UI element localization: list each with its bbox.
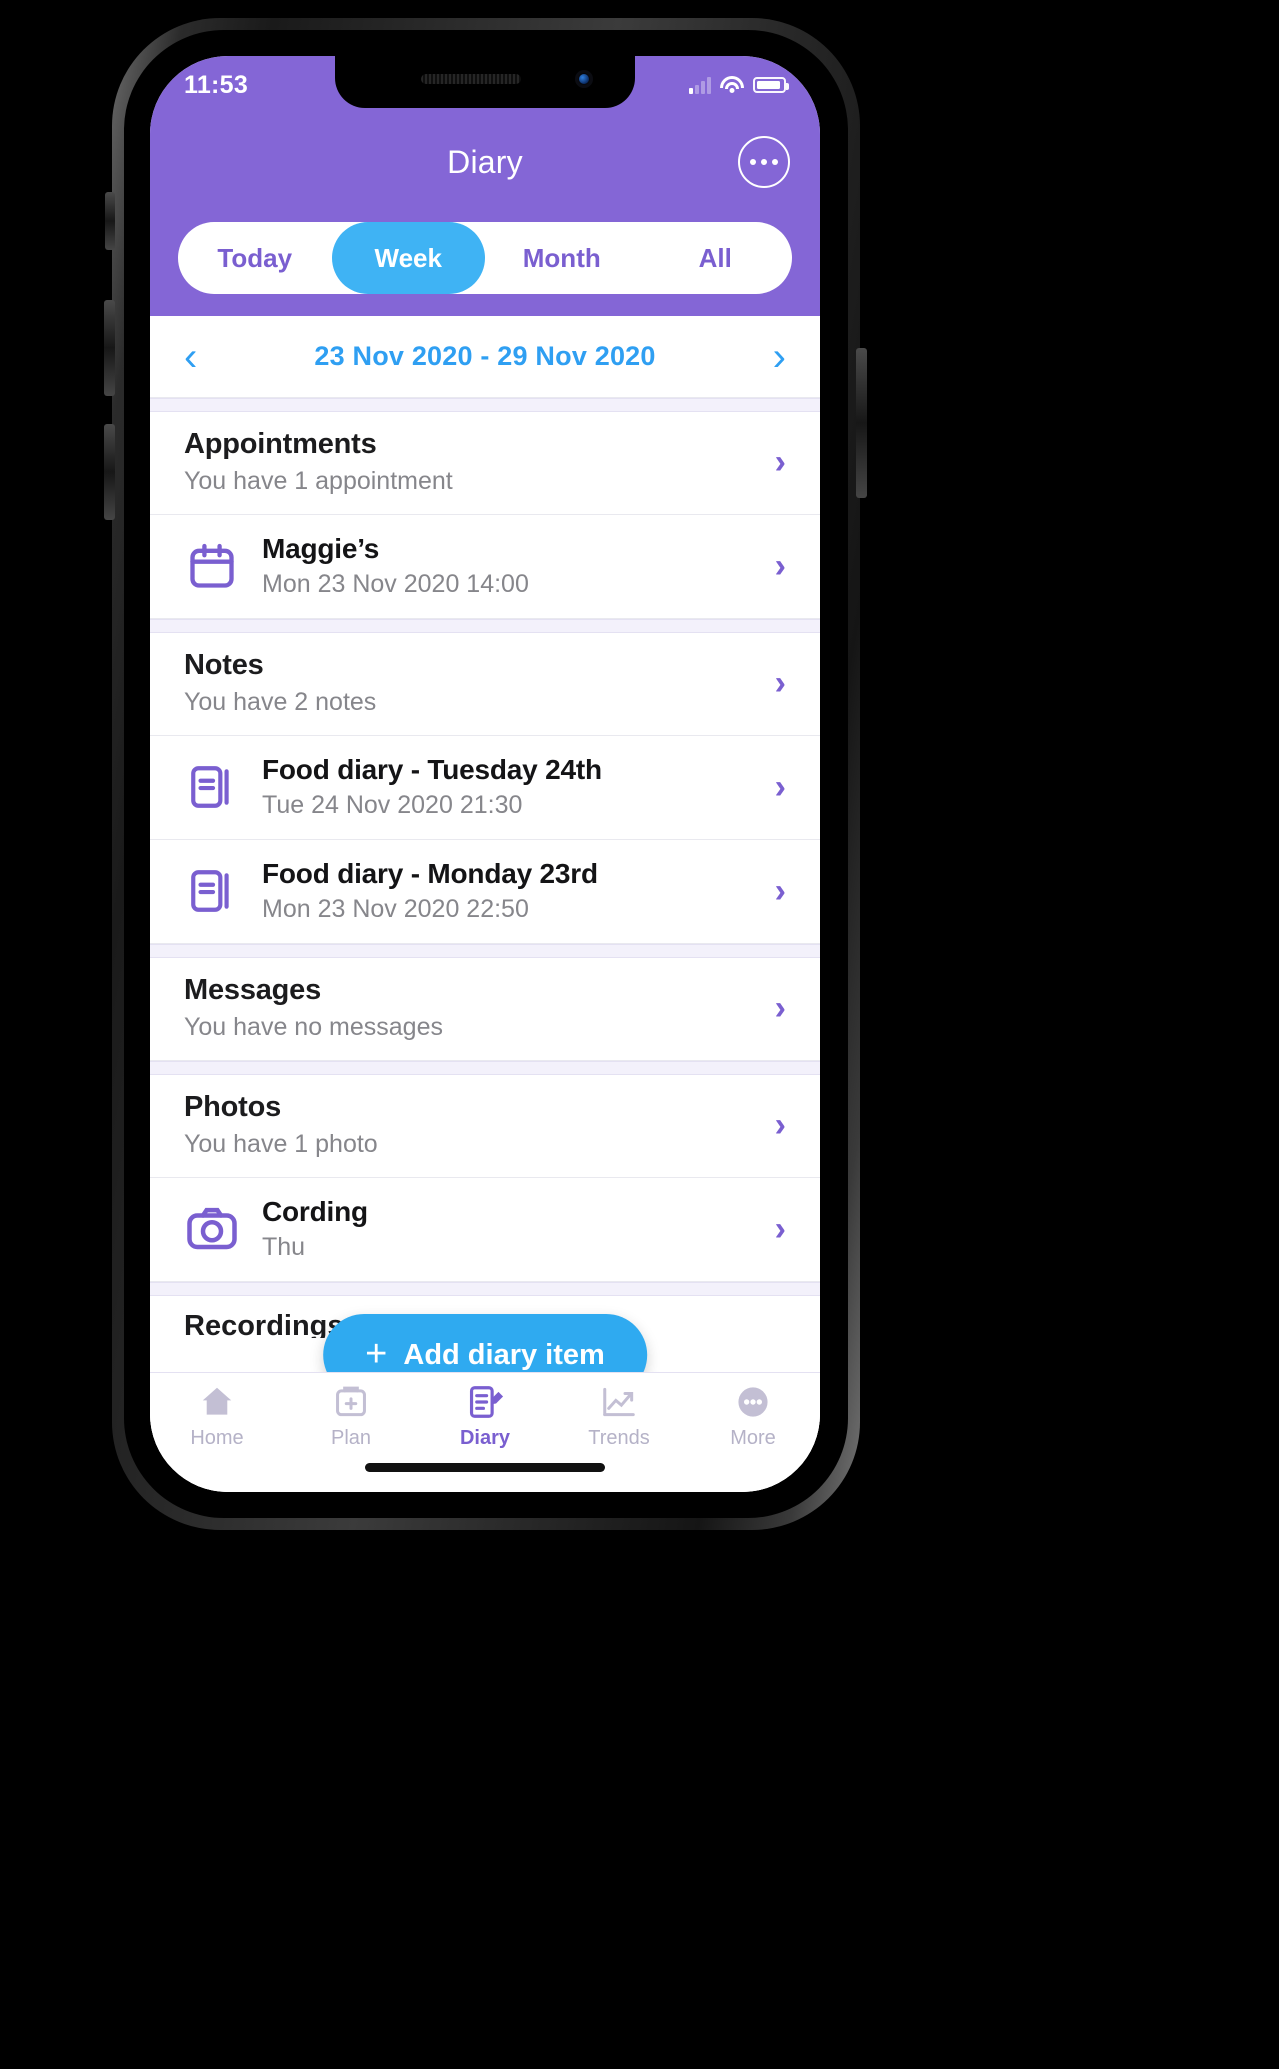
phone-screen: 11:53 Diary Today Week Month All ‹ 23 No… <box>150 56 820 1492</box>
list-item-title: Food diary - Monday 23rd <box>262 857 598 889</box>
section-header-appointments[interactable]: Appointments You have 1 appointment › <box>150 412 820 515</box>
home-indicator[interactable] <box>365 1463 605 1472</box>
tab-more[interactable]: More <box>686 1383 820 1450</box>
tab-today[interactable]: Today <box>178 222 332 294</box>
list-item[interactable]: Food diary - Tuesday 24th Tue 24 Nov 202… <box>150 736 820 840</box>
mute-switch[interactable] <box>105 192 115 250</box>
plus-icon: + <box>365 1332 388 1375</box>
status-icons <box>689 76 789 94</box>
status-time: 11:53 <box>184 70 249 99</box>
section-title: Photos <box>184 1091 282 1123</box>
list-item[interactable]: Cording Thu › <box>150 1178 820 1282</box>
trends-icon <box>603 1387 635 1417</box>
home-icon <box>202 1387 232 1415</box>
chevron-right-icon[interactable]: › <box>775 874 786 908</box>
section-subtitle: You have no messages <box>184 1013 443 1041</box>
list-item-meta: Mon 23 Nov 2020 14:00 <box>262 569 529 598</box>
page-title: Diary <box>447 143 523 180</box>
chevron-right-icon[interactable]: › <box>775 1108 786 1142</box>
wifi-icon <box>720 76 744 94</box>
section-divider <box>150 398 820 412</box>
tab-home[interactable]: Home <box>150 1383 284 1450</box>
list-item-title: Maggie’s <box>262 532 380 564</box>
tab-label: Plan <box>330 1427 372 1449</box>
chevron-right-icon[interactable]: › <box>775 770 786 804</box>
section-header-messages[interactable]: Messages You have no messages › <box>150 958 820 1061</box>
tab-plan[interactable]: Plan <box>284 1383 418 1450</box>
date-navigation: ‹ 23 Nov 2020 - 29 Nov 2020 › <box>150 316 820 398</box>
chevron-right-icon[interactable]: › <box>775 1212 786 1246</box>
tab-label: Diary <box>459 1427 511 1449</box>
chevron-right-icon[interactable]: › <box>775 666 786 700</box>
battery-icon <box>753 77 789 93</box>
next-week-button[interactable]: › <box>773 337 786 377</box>
device-notch <box>335 56 635 108</box>
chevron-right-icon[interactable]: › <box>775 991 786 1025</box>
tab-week[interactable]: Week <box>331 222 485 294</box>
tab-label: More <box>730 1427 776 1449</box>
tab-trends[interactable]: Trends <box>552 1383 686 1450</box>
list-item-meta: Tue 24 Nov 2020 21:30 <box>262 790 523 819</box>
section-divider <box>150 1061 820 1075</box>
tab-month[interactable]: Month <box>485 222 639 294</box>
note-icon <box>184 759 240 815</box>
screenshot-root: 11:53 Diary Today Week Month All ‹ 23 No… <box>0 0 1279 2069</box>
list-item[interactable]: Maggie’s Mon 23 Nov 2020 14:00 › <box>150 515 820 619</box>
add-diary-item-label: Add diary item <box>403 1338 605 1371</box>
calendar-icon <box>184 538 240 594</box>
list-item-meta: Mon 23 Nov 2020 22:50 <box>262 894 529 923</box>
cellular-signal-icon <box>689 76 711 94</box>
note-icon <box>184 863 240 919</box>
power-button[interactable] <box>856 348 867 498</box>
plan-icon <box>336 1386 366 1417</box>
volume-down-button[interactable] <box>104 424 115 520</box>
section-header-notes[interactable]: Notes You have 2 notes › <box>150 633 820 736</box>
tab-label: Home <box>190 1427 244 1449</box>
section-subtitle: You have 2 notes <box>184 688 377 716</box>
chevron-right-icon[interactable]: › <box>775 549 786 583</box>
tab-all[interactable]: All <box>639 222 793 294</box>
chevron-right-icon[interactable]: › <box>775 445 786 479</box>
dot-icon <box>761 159 767 165</box>
date-range-label: 23 Nov 2020 - 29 Nov 2020 <box>314 341 656 371</box>
list-item-meta: Thu <box>262 1232 306 1261</box>
period-segmented-control[interactable]: Today Week Month All <box>178 222 792 294</box>
nav-title-row: Diary <box>150 118 820 206</box>
dot-icon <box>772 159 778 165</box>
tab-label: Trends <box>588 1427 650 1449</box>
list-item-title: Food diary - Tuesday 24th <box>262 753 602 785</box>
more-icon <box>738 1387 768 1417</box>
section-title: Messages <box>184 974 322 1006</box>
section-divider <box>150 944 820 958</box>
section-title: Appointments <box>184 428 377 460</box>
camera-icon <box>184 1201 240 1257</box>
more-options-button[interactable] <box>738 136 790 188</box>
section-divider <box>150 1282 820 1296</box>
volume-up-button[interactable] <box>104 300 115 396</box>
section-header-photos[interactable]: Photos You have 1 photo › <box>150 1075 820 1178</box>
list-item[interactable]: Food diary - Monday 23rd Mon 23 Nov 2020… <box>150 840 820 944</box>
bottom-tab-bar: Home Plan Diary Trends More <box>150 1372 820 1492</box>
section-subtitle: You have 1 photo <box>184 1130 378 1158</box>
list-item-title: Cording <box>262 1195 368 1227</box>
section-title: Notes <box>184 649 264 681</box>
section-subtitle: You have 1 appointment <box>184 467 453 495</box>
dot-icon <box>750 159 756 165</box>
front-camera-icon <box>575 70 593 88</box>
tab-diary[interactable]: Diary <box>418 1383 552 1450</box>
diary-icon <box>469 1386 504 1418</box>
earpiece-speaker <box>421 74 521 84</box>
prev-week-button[interactable]: ‹ <box>184 337 197 377</box>
section-divider <box>150 619 820 633</box>
